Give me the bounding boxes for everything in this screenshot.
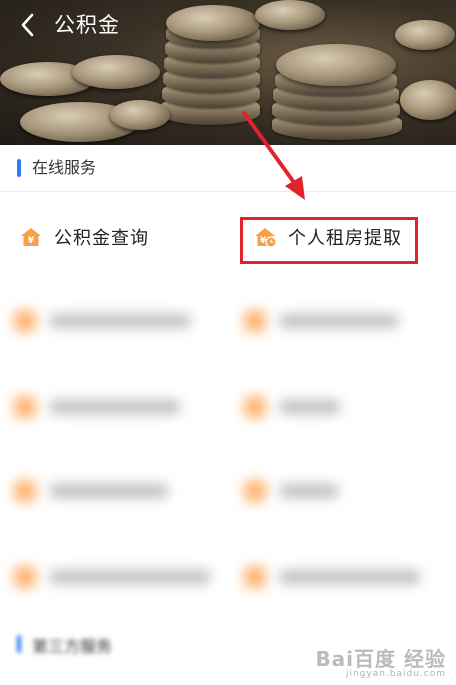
service-label: 公积金查询	[54, 228, 149, 249]
section-title: 第三方服务	[32, 637, 113, 656]
watermark-text: Bai百度 经验	[315, 647, 446, 671]
watermark: Bai百度 经验 jingyan.baidu.com	[315, 643, 446, 679]
navigation-bar: 公积金	[0, 0, 456, 50]
section-accent-bar	[17, 635, 21, 653]
house-yen-icon: ¥	[21, 228, 41, 246]
svg-text:¥: ¥	[28, 236, 35, 246]
section-title: 在线服务	[32, 158, 97, 177]
section-header: 在线服务	[0, 145, 456, 192]
section-accent-bar	[17, 159, 21, 177]
house-yen-clock-icon: ¥	[255, 228, 276, 248]
page-title: 公积金	[54, 13, 120, 37]
blurred-services-grid	[8, 300, 448, 630]
service-rental-withdrawal[interactable]: ¥ 个人租房提取	[254, 217, 402, 257]
header-banner: 公积金	[0, 0, 456, 145]
service-label: 个人租房提取	[288, 228, 402, 249]
service-housing-fund-query[interactable]: ¥ 公积金查询	[20, 217, 149, 257]
chevron-left-icon[interactable]	[14, 10, 44, 40]
